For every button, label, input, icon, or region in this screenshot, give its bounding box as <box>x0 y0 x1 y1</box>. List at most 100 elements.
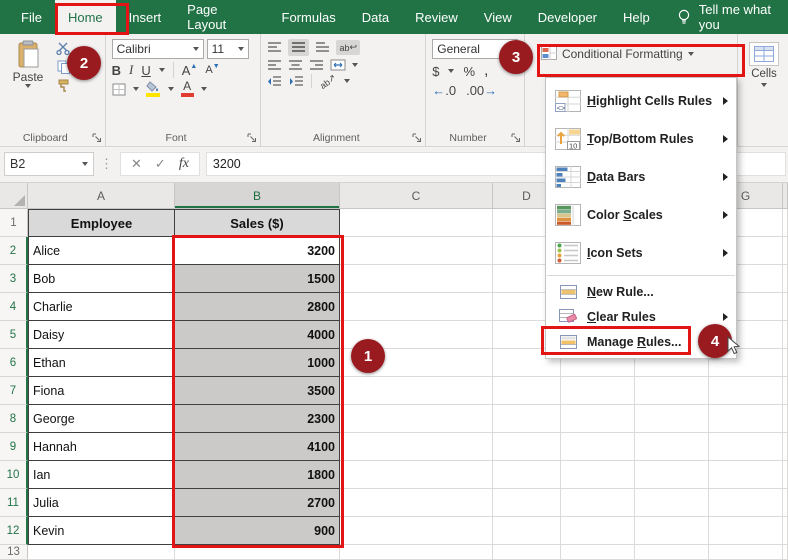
row-header-11[interactable]: 11 <box>0 489 28 517</box>
ribbon-tab-page-layout[interactable]: Page Layout <box>174 0 268 34</box>
empty-cell[interactable] <box>635 461 709 489</box>
empty-cell[interactable] <box>561 545 635 560</box>
menu-item-data-bars[interactable]: Data Bars <box>546 158 736 196</box>
decrease-font-size-button[interactable]: A▼ <box>205 64 219 76</box>
orientation-button[interactable]: ab↗ <box>318 71 339 90</box>
empty-cell[interactable] <box>783 237 788 265</box>
empty-cell[interactable] <box>783 405 788 433</box>
cell-B5[interactable]: 4000 <box>175 321 340 349</box>
cell-A8[interactable]: George <box>28 405 175 433</box>
align-right-button[interactable] <box>309 60 324 71</box>
ribbon-tab-data[interactable]: Data <box>349 0 402 34</box>
empty-cell[interactable] <box>561 517 635 545</box>
empty-cell[interactable] <box>340 377 493 405</box>
ribbon-tab-home[interactable]: Home <box>55 0 116 34</box>
cell-B12[interactable]: 900 <box>175 517 340 545</box>
empty-cell[interactable] <box>783 545 788 560</box>
ribbon-tab-review[interactable]: Review <box>402 0 471 34</box>
dialog-launcher-icon[interactable] <box>247 133 257 143</box>
comma-style-button[interactable]: , <box>484 62 488 80</box>
ribbon-tab-view[interactable]: View <box>471 0 525 34</box>
row-header-7[interactable]: 7 <box>0 377 28 405</box>
empty-cell[interactable] <box>635 405 709 433</box>
select-all-corner[interactable] <box>0 183 28 209</box>
cell-B7[interactable]: 3500 <box>175 377 340 405</box>
empty-cell[interactable] <box>340 321 493 349</box>
insert-function-icon[interactable]: fx <box>179 156 189 172</box>
menu-item-new-rule[interactable]: New Rule... <box>546 279 736 304</box>
middle-align-button[interactable] <box>288 39 309 56</box>
font-size-select[interactable]: 11 <box>207 39 249 59</box>
empty-cell[interactable] <box>493 489 561 517</box>
menu-item-top-bottom-rules[interactable]: 10 Top/Bottom Rules <box>546 120 736 158</box>
empty-cell[interactable] <box>493 377 561 405</box>
decrease-indent-button[interactable] <box>267 76 282 87</box>
empty-cell[interactable] <box>493 433 561 461</box>
cell-A2[interactable]: Alice <box>28 237 175 265</box>
empty-cell[interactable] <box>340 517 493 545</box>
column-header-covered[interactable] <box>783 183 788 209</box>
empty-cell[interactable] <box>709 461 783 489</box>
row-header-8[interactable]: 8 <box>0 405 28 433</box>
empty-cell[interactable] <box>783 265 788 293</box>
underline-button[interactable]: U <box>141 63 150 78</box>
ribbon-tab-formulas[interactable]: Formulas <box>269 0 349 34</box>
cell-A9[interactable]: Hannah <box>28 433 175 461</box>
menu-item-icon-sets[interactable]: Icon Sets <box>546 234 736 272</box>
row-header-6[interactable]: 6 <box>0 349 28 377</box>
empty-cell[interactable] <box>709 405 783 433</box>
cell-A11[interactable]: Julia <box>28 489 175 517</box>
cell-A1[interactable]: Employee <box>28 209 175 237</box>
empty-cell[interactable] <box>635 377 709 405</box>
empty-cell[interactable] <box>709 545 783 560</box>
cell-B8[interactable]: 2300 <box>175 405 340 433</box>
empty-cell[interactable] <box>709 489 783 517</box>
empty-cell[interactable] <box>340 461 493 489</box>
conditional-formatting-button[interactable]: Conditional Formatting <box>541 46 733 61</box>
empty-cell[interactable] <box>635 517 709 545</box>
font-name-select[interactable]: Calibri <box>112 39 204 59</box>
empty-cell[interactable] <box>635 433 709 461</box>
cell-B4[interactable]: 2800 <box>175 293 340 321</box>
empty-cell[interactable] <box>709 517 783 545</box>
bottom-align-button[interactable] <box>315 42 330 53</box>
paste-button[interactable]: Paste <box>6 38 50 93</box>
empty-cell[interactable] <box>783 489 788 517</box>
row-header-5[interactable]: 5 <box>0 321 28 349</box>
cell-B2[interactable]: 3200 <box>175 237 340 265</box>
column-header-C[interactable]: C <box>340 183 493 209</box>
empty-cell[interactable] <box>340 209 493 237</box>
menu-item-clear-rules[interactable]: Clear Rules <box>546 304 736 329</box>
empty-cell[interactable] <box>340 489 493 517</box>
empty-cell[interactable] <box>340 433 493 461</box>
row-header-13[interactable]: 13 <box>0 545 28 560</box>
cell-B1[interactable]: Sales ($) <box>175 209 340 237</box>
cell-B10[interactable]: 1800 <box>175 461 340 489</box>
row-header-4[interactable]: 4 <box>0 293 28 321</box>
column-header-A[interactable]: A <box>28 183 175 209</box>
dialog-launcher-icon[interactable] <box>412 133 422 143</box>
empty-cell[interactable] <box>783 517 788 545</box>
empty-cell[interactable] <box>493 545 561 560</box>
increase-font-size-button[interactable]: A▲ <box>182 63 198 78</box>
empty-cell[interactable] <box>783 461 788 489</box>
empty-cell[interactable] <box>28 545 175 560</box>
name-box[interactable]: B2 <box>4 152 94 176</box>
menu-item-manage-rules[interactable]: Manage Rules... <box>546 329 736 354</box>
empty-cell[interactable] <box>340 405 493 433</box>
menu-item-color-scales[interactable]: Color Scales <box>546 196 736 234</box>
empty-cell[interactable] <box>783 433 788 461</box>
font-color-button[interactable]: A <box>181 81 194 97</box>
empty-cell[interactable] <box>783 377 788 405</box>
empty-cell[interactable] <box>493 405 561 433</box>
empty-cell[interactable] <box>340 349 493 377</box>
row-header-1[interactable]: 1 <box>0 209 28 237</box>
empty-cell[interactable] <box>340 237 493 265</box>
enter-icon[interactable]: ✓ <box>155 156 166 172</box>
wrap-text-button[interactable]: ab↩ <box>336 40 360 55</box>
empty-cell[interactable] <box>783 293 788 321</box>
row-header-9[interactable]: 9 <box>0 433 28 461</box>
cell-A10[interactable]: Ian <box>28 461 175 489</box>
copy-button[interactable] <box>56 60 71 74</box>
empty-cell[interactable] <box>635 489 709 517</box>
